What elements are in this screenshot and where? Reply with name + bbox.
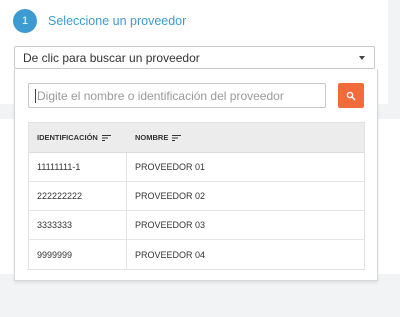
provider-table: IDENTIFICACIÓN NOMBRE 11111111-1 PROVEED… xyxy=(28,122,365,270)
table-header: IDENTIFICACIÓN NOMBRE xyxy=(29,123,364,153)
search-button[interactable] xyxy=(338,83,364,108)
cell-identificacion: 9999999 xyxy=(29,240,127,269)
step-header: 1 Seleccione un proveedor xyxy=(13,9,186,33)
provider-select-value: De clic para buscar un proveedor xyxy=(23,50,200,65)
cell-identificacion: 3333333 xyxy=(29,211,127,239)
step-number-badge: 1 xyxy=(13,9,37,33)
table-row[interactable]: 3333333 PROVEEDOR 03 xyxy=(29,211,364,240)
table-row[interactable]: 222222222 PROVEEDOR 02 xyxy=(29,182,364,211)
step-title: Seleccione un proveedor xyxy=(48,14,187,28)
cell-nombre: PROVEEDOR 03 xyxy=(135,220,206,230)
cell-nombre: PROVEEDOR 02 xyxy=(135,191,206,201)
cell-identificacion: 222222222 xyxy=(29,182,127,210)
chevron-down-icon xyxy=(359,56,365,60)
column-header-nombre[interactable]: NOMBRE xyxy=(127,133,182,142)
provider-search-input[interactable]: Digite el nombre o identificación del pr… xyxy=(28,83,326,108)
search-placeholder: Digite el nombre o identificación del pr… xyxy=(37,88,284,103)
sort-icon xyxy=(172,134,182,141)
text-cursor xyxy=(35,88,36,103)
table-row[interactable]: 11111111-1 PROVEEDOR 01 xyxy=(29,153,364,182)
column-header-identificacion[interactable]: IDENTIFICACIÓN xyxy=(29,133,127,142)
provider-dropdown: Digite el nombre o identificación del pr… xyxy=(14,69,378,281)
sort-icon xyxy=(101,134,111,141)
cell-nombre: PROVEEDOR 01 xyxy=(135,162,206,172)
table-row[interactable]: 9999999 PROVEEDOR 04 xyxy=(29,240,364,269)
search-icon xyxy=(346,91,356,100)
cell-identificacion: 11111111-1 xyxy=(29,153,127,181)
provider-select[interactable]: De clic para buscar un proveedor xyxy=(14,46,375,69)
cell-nombre: PROVEEDOR 04 xyxy=(135,249,206,260)
